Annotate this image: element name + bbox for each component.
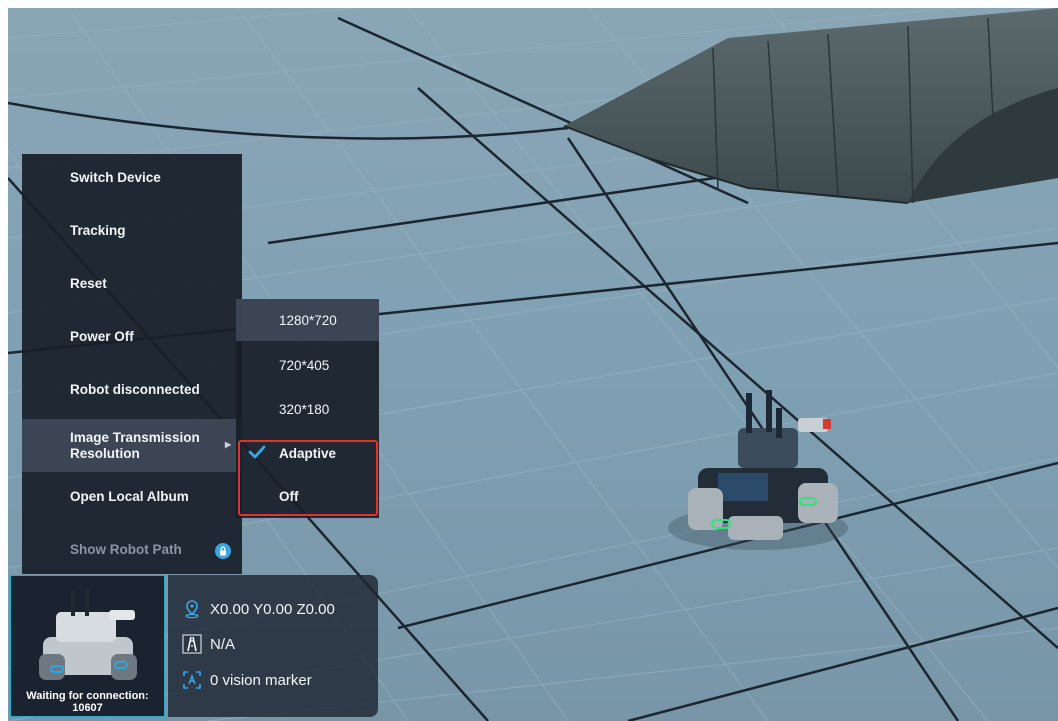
menu-item-label: Open Local Album xyxy=(70,488,189,504)
menu-item-label: Tracking xyxy=(70,222,126,238)
position-readout: X0.00 Y0.00 Z0.00 xyxy=(182,597,335,621)
road-icon xyxy=(182,634,202,654)
submenu-item-label: Off xyxy=(279,488,299,504)
road-value: N/A xyxy=(210,635,236,653)
vision-marker-icon xyxy=(183,671,201,689)
lock-icon xyxy=(215,543,231,559)
robot-thumbnail-image xyxy=(39,588,137,680)
menu-item-label-line2: Resolution xyxy=(70,445,140,461)
menu-item-label: Image Transmission Resolution xyxy=(70,430,200,462)
menu-item-image-transmission-resolution[interactable]: Image Transmission Resolution ▶ xyxy=(22,419,242,472)
connection-status: Waiting for connection: 10607 xyxy=(11,690,164,714)
submenu-item-720x405[interactable]: 720*405 xyxy=(236,344,379,386)
submenu-item-label: 320*180 xyxy=(279,401,330,417)
menu-item-label-line1: Image Transmission xyxy=(70,429,200,445)
menu-item-tracking[interactable]: Tracking xyxy=(22,207,242,253)
menu-item-label: Switch Device xyxy=(70,169,161,185)
menu-item-open-local-album[interactable]: Open Local Album xyxy=(22,472,242,520)
checkmark-icon xyxy=(248,444,266,463)
menu-item-robot-disconnected[interactable]: Robot disconnected xyxy=(22,366,242,412)
vision-readout: 0 vision marker xyxy=(182,668,312,692)
menu-item-label: Reset xyxy=(70,275,107,291)
menu-item-label: Power Off xyxy=(70,328,134,344)
connection-status-text: Waiting for connection: xyxy=(26,690,149,702)
menu-item-reset[interactable]: Reset xyxy=(22,260,242,306)
submenu-item-adaptive[interactable]: Adaptive xyxy=(236,432,379,474)
submenu-item-1280x720[interactable]: 1280*720 xyxy=(236,299,379,341)
chevron-right-icon: ▶ xyxy=(225,440,232,449)
vision-value: 0 vision marker xyxy=(210,671,312,689)
submenu-item-label: 1280*720 xyxy=(279,312,337,328)
position-value: X0.00 Y0.00 Z0.00 xyxy=(210,600,335,618)
road-readout: N/A xyxy=(182,632,235,656)
menu-item-power-off[interactable]: Power Off xyxy=(22,313,242,359)
connection-status-code: 10607 xyxy=(72,702,103,714)
menu-item-label: Robot disconnected xyxy=(70,381,200,397)
robot-thumbnail[interactable]: Waiting for connection: 10607 xyxy=(10,575,165,717)
menu-item-label: Show Robot Path xyxy=(70,541,182,557)
context-menu: Switch Device Tracking Reset Power Off R… xyxy=(22,154,242,574)
submenu-item-label: 720*405 xyxy=(279,357,330,373)
resolution-submenu: 1280*720 720*405 320*180 Adaptive Off xyxy=(236,299,379,518)
robot-info-panel: X0.00 Y0.00 Z0.00 N/A 0 vision marker xyxy=(168,575,378,717)
submenu-item-label: Adaptive xyxy=(279,445,337,461)
submenu-item-320x180[interactable]: 320*180 xyxy=(236,388,379,430)
submenu-item-off[interactable]: Off xyxy=(236,475,379,517)
location-pin-icon xyxy=(185,600,199,619)
menu-item-switch-device[interactable]: Switch Device xyxy=(22,154,242,200)
simulator-viewport[interactable]: Switch Device Tracking Reset Power Off R… xyxy=(8,8,1058,721)
menu-item-show-robot-path[interactable]: Show Robot Path xyxy=(22,526,242,572)
